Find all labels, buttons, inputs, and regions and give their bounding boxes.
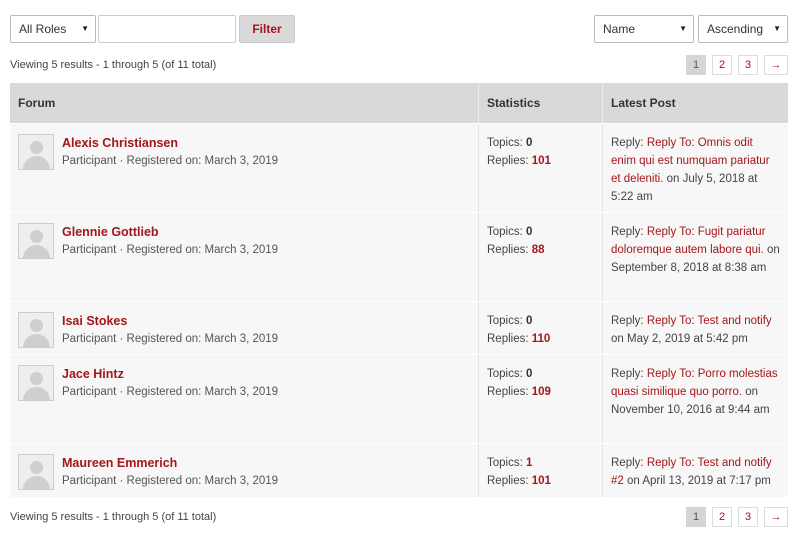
members-table: Forum Statistics Latest Post Alexis Chri… bbox=[10, 83, 788, 497]
latest-post-date: on April 13, 2019 at 7:17 pm bbox=[623, 475, 771, 487]
page-3[interactable]: 3 bbox=[738, 507, 758, 527]
topics-count: 0 bbox=[526, 137, 533, 149]
avatar[interactable] bbox=[18, 134, 54, 170]
page-1: 1 bbox=[686, 55, 706, 75]
replies-count: 101 bbox=[531, 475, 551, 487]
member-meta: Participant · Registered on: March 3, 20… bbox=[62, 333, 279, 345]
page-2[interactable]: 2 bbox=[712, 55, 732, 75]
topics-count: 0 bbox=[526, 315, 533, 327]
member-meta: Participant · Registered on: March 3, 20… bbox=[62, 475, 279, 487]
member-name-link[interactable]: Glennie Gottlieb bbox=[62, 223, 278, 241]
header-forum: Forum bbox=[18, 96, 56, 110]
topics-label: Topics: bbox=[487, 457, 523, 469]
table-row: Isai Stokes Participant · Registered on:… bbox=[10, 301, 788, 354]
member-meta: Participant · Registered on: March 3, 20… bbox=[62, 386, 279, 398]
member-name-link[interactable]: Jace Hintz bbox=[62, 365, 278, 383]
results-count-bottom: Viewing 5 results - 1 through 5 (of 11 t… bbox=[10, 511, 217, 523]
role-select-value: All Roles bbox=[19, 22, 67, 36]
member-meta: Participant · Registered on: March 3, 20… bbox=[62, 244, 279, 256]
pagination-bottom: 1 2 3 → bbox=[686, 507, 788, 527]
reply-prefix: Reply: bbox=[611, 315, 644, 327]
table-header: Forum Statistics Latest Post bbox=[10, 83, 788, 123]
sort-select-value: Name bbox=[603, 22, 636, 36]
replies-count: 109 bbox=[531, 386, 551, 398]
page-2[interactable]: 2 bbox=[712, 507, 732, 527]
member-name-link[interactable]: Maureen Emmerich bbox=[62, 454, 278, 472]
replies-count: 101 bbox=[531, 155, 551, 167]
role-select[interactable]: All Roles ▼ bbox=[10, 15, 96, 43]
member-name-link[interactable]: Alexis Christiansen bbox=[62, 134, 278, 152]
results-count: Viewing 5 results - 1 through 5 (of 11 t… bbox=[10, 59, 217, 71]
order-select[interactable]: Ascending ▼ bbox=[698, 15, 788, 43]
header-latest-post: Latest Post bbox=[602, 83, 788, 123]
table-row: Alexis Christiansen Participant · Regist… bbox=[10, 123, 788, 212]
replies-label: Replies: bbox=[487, 386, 529, 398]
replies-label: Replies: bbox=[487, 475, 529, 487]
reply-prefix: Reply: bbox=[611, 137, 644, 149]
topics-count: 1 bbox=[526, 457, 533, 469]
topics-count: 0 bbox=[526, 226, 533, 238]
table-row: Maureen Emmerich Participant · Registere… bbox=[10, 443, 788, 497]
member-meta: Participant · Registered on: March 3, 20… bbox=[62, 155, 279, 167]
next-page-arrow-icon[interactable]: → bbox=[764, 507, 788, 527]
avatar[interactable] bbox=[18, 312, 54, 348]
reply-prefix: Reply: bbox=[611, 226, 644, 238]
table-row: Glennie Gottlieb Participant · Registere… bbox=[10, 212, 788, 301]
latest-post-date: on May 2, 2019 at 5:42 pm bbox=[611, 333, 748, 345]
replies-label: Replies: bbox=[487, 333, 529, 345]
replies-label: Replies: bbox=[487, 155, 529, 167]
chevron-down-icon: ▼ bbox=[81, 24, 89, 33]
chevron-down-icon: ▼ bbox=[773, 24, 781, 33]
avatar[interactable] bbox=[18, 365, 54, 401]
search-input[interactable] bbox=[98, 15, 236, 43]
topics-count: 0 bbox=[526, 368, 533, 380]
pagination-top: 1 2 3 → bbox=[686, 55, 788, 75]
order-select-value: Ascending bbox=[707, 22, 764, 36]
topics-label: Topics: bbox=[487, 137, 523, 149]
page-1: 1 bbox=[686, 507, 706, 527]
avatar[interactable] bbox=[18, 454, 54, 490]
replies-count: 110 bbox=[531, 333, 551, 345]
filter-button[interactable]: Filter bbox=[239, 15, 295, 43]
latest-post-link[interactable]: Reply To: Test and notify bbox=[647, 315, 772, 327]
chevron-down-icon: ▼ bbox=[679, 24, 687, 33]
next-page-arrow-icon[interactable]: → bbox=[764, 55, 788, 75]
replies-count: 88 bbox=[531, 244, 545, 256]
page-3[interactable]: 3 bbox=[738, 55, 758, 75]
topics-label: Topics: bbox=[487, 368, 523, 380]
table-row: Jace Hintz Participant · Registered on: … bbox=[10, 354, 788, 443]
sort-select[interactable]: Name ▼ bbox=[594, 15, 694, 43]
member-name-link[interactable]: Isai Stokes bbox=[62, 312, 278, 330]
topics-label: Topics: bbox=[487, 226, 523, 238]
header-statistics: Statistics bbox=[478, 83, 602, 123]
replies-label: Replies: bbox=[487, 244, 529, 256]
avatar[interactable] bbox=[18, 223, 54, 259]
topics-label: Topics: bbox=[487, 315, 523, 327]
reply-prefix: Reply: bbox=[611, 368, 644, 380]
reply-prefix: Reply: bbox=[611, 457, 644, 469]
